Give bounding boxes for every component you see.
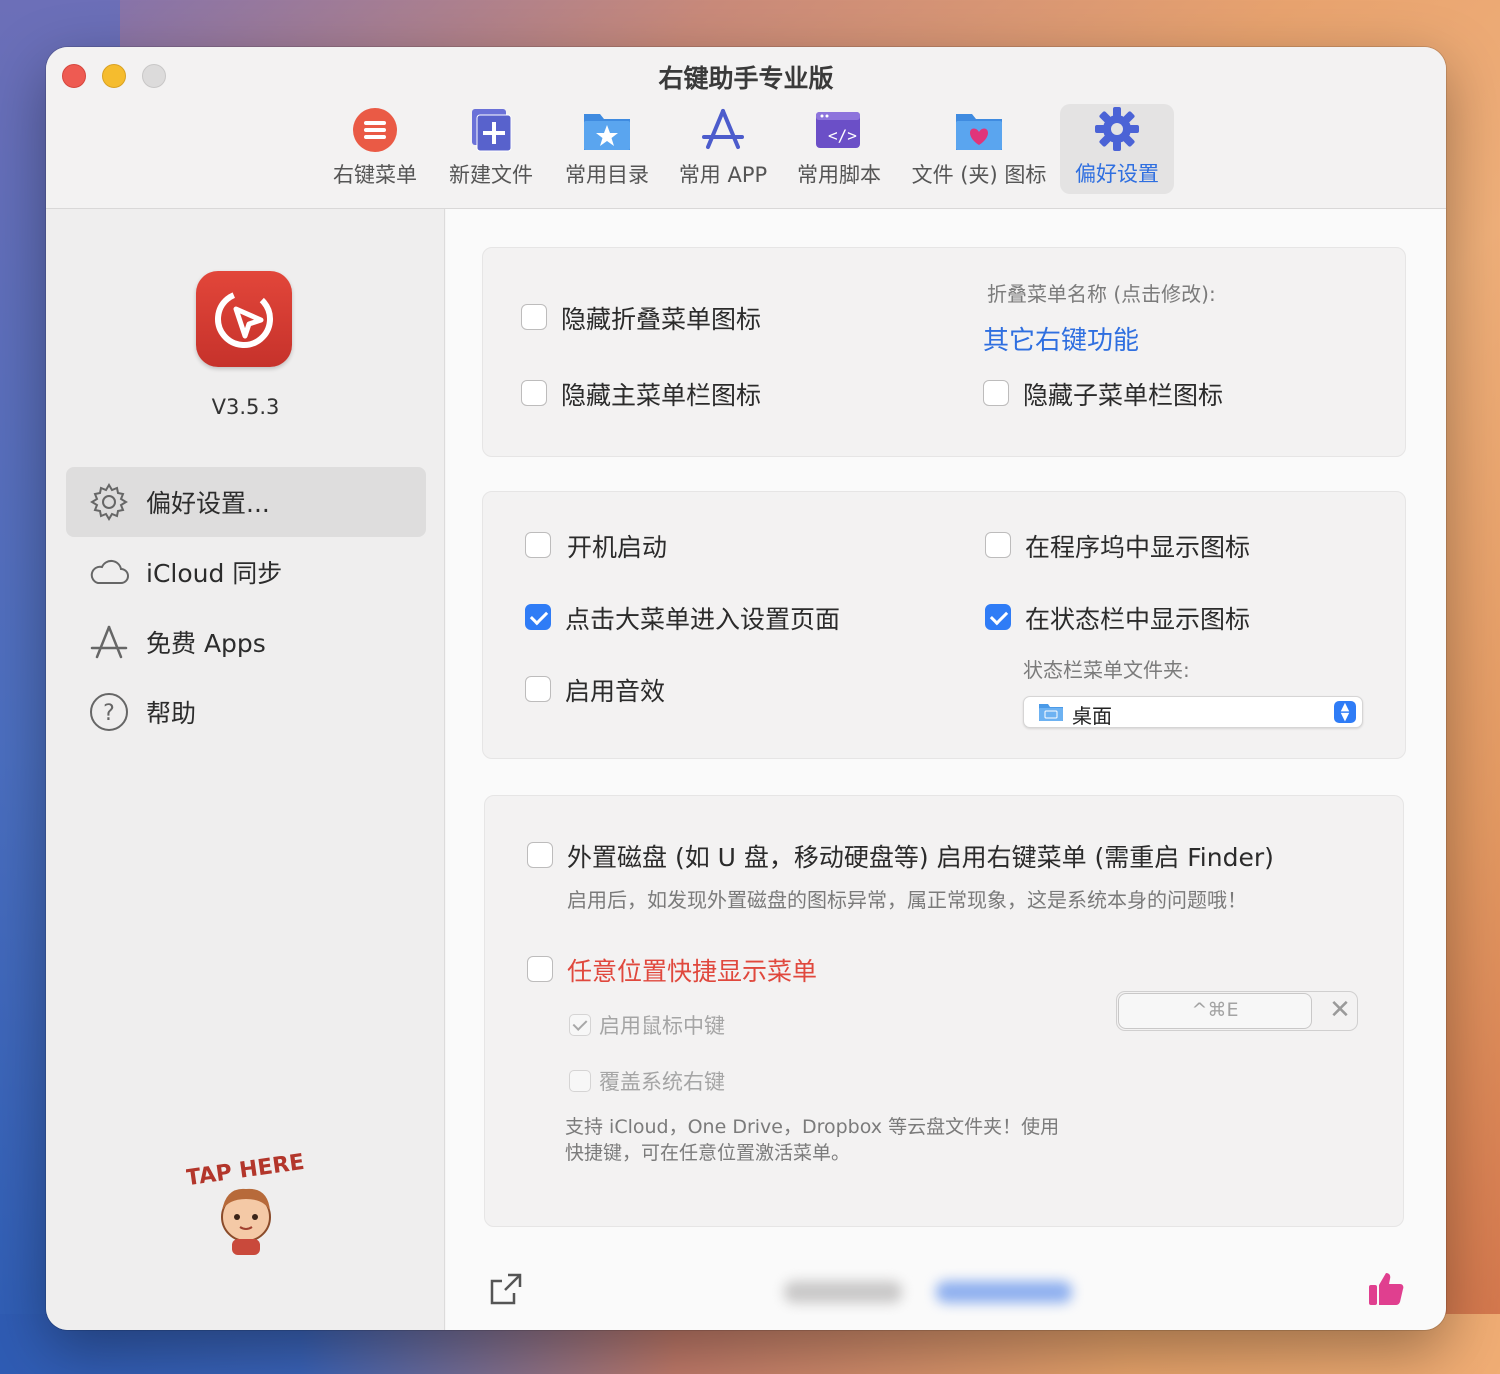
thumbs-up-icon[interactable] — [1366, 1269, 1406, 1309]
hide-fold-icon-label: 隐藏折叠菜单图标 — [561, 305, 762, 334]
show-in-statusbar-checkbox[interactable] — [985, 604, 1011, 630]
app-logo-icon — [196, 271, 292, 367]
anywhere-menu-checkbox[interactable] — [527, 956, 553, 982]
app-version: V3.5.3 — [211, 395, 280, 419]
sidebar-item-label: 帮助 — [146, 699, 197, 728]
enable-sound-label: 启用音效 — [565, 677, 666, 706]
sidebar-item-label: 偏好设置... — [146, 489, 270, 518]
toolbar-label: 常用脚本 — [797, 163, 881, 187]
toolbar-file-folder-icons[interactable]: 文件 (夹) 图标 — [906, 105, 1052, 193]
menu-list-icon — [320, 105, 430, 155]
blurred-footer-text — [784, 1281, 902, 1303]
sidebar-item-preferences[interactable]: 偏好设置... — [66, 467, 426, 537]
show-in-statusbar-label: 在状态栏中显示图标 — [1025, 605, 1251, 634]
folder-icon — [1038, 702, 1064, 722]
shortcut-field[interactable]: ^⌘E — [1118, 993, 1312, 1029]
toolbar-preferences[interactable]: 偏好设置 — [1060, 104, 1174, 194]
cloud-icon — [86, 549, 132, 595]
svg-text:TAP HERE: TAP HERE — [186, 1150, 306, 1191]
gear-icon — [86, 479, 132, 525]
sidebar-item-icloud-sync[interactable]: iCloud 同步 — [66, 537, 426, 607]
toolbar-common-apps[interactable]: 常用 APP — [668, 105, 778, 193]
hide-main-icon-checkbox[interactable] — [521, 380, 547, 406]
statusbar-folder-value: 桌面 — [1072, 704, 1112, 728]
anywhere-menu-label: 任意位置快捷显示菜单 — [567, 957, 818, 986]
toolbar-new-file[interactable]: 新建文件 — [436, 105, 546, 193]
sidebar-item-free-apps[interactable]: 免费 Apps — [66, 607, 426, 677]
external-disk-checkbox[interactable] — [527, 842, 553, 868]
window-title: 右键助手专业版 — [658, 64, 834, 93]
external-disk-note: 启用后，如发现外置磁盘的图标异常，属正常现象，这是系统本身的问题哦！ — [567, 888, 1247, 912]
tap-here-mascot[interactable]: TAP HERE — [184, 1149, 306, 1259]
toolbar-label: 右键菜单 — [333, 163, 417, 187]
sidebar-item-label: iCloud 同步 — [146, 559, 283, 588]
svg-text:?: ? — [103, 701, 115, 726]
toolbar-label: 文件 (夹) 图标 — [911, 163, 1047, 187]
show-in-dock-checkbox[interactable] — [985, 532, 1011, 558]
middle-click-checkbox[interactable] — [569, 1014, 591, 1036]
new-file-icon — [436, 105, 546, 155]
app-store-icon — [86, 619, 132, 665]
chevron-updown-icon: ▲ ▼ — [1334, 701, 1356, 723]
question-icon: ? — [86, 689, 132, 735]
app-window: 右键助手专业版 右键菜单 新建文件 常用目录 常用 APP </> 常用脚本 文… — [46, 47, 1446, 1330]
click-big-menu-checkbox[interactable] — [525, 604, 551, 630]
folder-star-icon — [552, 105, 662, 155]
enable-sound-checkbox[interactable] — [525, 676, 551, 702]
blurred-footer-link — [936, 1281, 1072, 1303]
preferences-content: 隐藏折叠菜单图标 隐藏主菜单栏图标 折叠菜单名称 (点击修改): 其它右键功能 … — [446, 209, 1446, 1330]
script-icon: </> — [784, 105, 894, 155]
toolbar-right-menu[interactable]: 右键菜单 — [320, 105, 430, 193]
toolbar-common-scripts[interactable]: </> 常用脚本 — [784, 105, 894, 193]
external-disk-label: 外置磁盘 (如 U 盘，移动硬盘等) 启用右键菜单 (需重启 Finder) — [567, 843, 1274, 872]
hide-fold-icon-checkbox[interactable] — [521, 304, 547, 330]
override-right-click-label: 覆盖系统右键 — [599, 1070, 725, 1094]
cloud-support-note-line1: 支持 iCloud，One Drive，Dropbox 等云盘文件夹！使用 — [565, 1116, 1060, 1138]
statusbar-folder-select[interactable]: 桌面 ▲ ▼ — [1023, 696, 1363, 728]
toolbar-label: 常用 APP — [678, 163, 768, 187]
override-right-click-checkbox[interactable] — [569, 1070, 591, 1092]
toolbar-label: 常用目录 — [565, 163, 649, 187]
clear-shortcut-icon[interactable]: ✕ — [1322, 993, 1358, 1029]
title-bar: 右键助手专业版 右键菜单 新建文件 常用目录 常用 APP </> 常用脚本 文… — [46, 47, 1446, 209]
statusbar-folder-label: 状态栏菜单文件夹: — [1023, 658, 1190, 682]
show-in-dock-label: 在程序坞中显示图标 — [1025, 533, 1251, 562]
folder-heart-icon — [906, 105, 1052, 155]
hide-sub-icon-label: 隐藏子菜单栏图标 — [1023, 381, 1224, 410]
fold-menu-name-label: 折叠菜单名称 (点击修改): — [987, 282, 1216, 306]
hide-sub-icon-checkbox[interactable] — [983, 380, 1009, 406]
gear-icon — [1060, 104, 1174, 154]
sidebar-item-help[interactable]: ? 帮助 — [66, 677, 426, 747]
icon-visibility-panel: 隐藏折叠菜单图标 隐藏主菜单栏图标 折叠菜单名称 (点击修改): 其它右键功能 … — [482, 247, 1406, 457]
sidebar: V3.5.3 偏好设置... iCloud 同步 免费 Apps ? 帮助 TA… — [46, 209, 445, 1330]
share-icon[interactable] — [488, 1271, 524, 1307]
toolbar-common-folders[interactable]: 常用目录 — [552, 105, 662, 193]
click-big-menu-label: 点击大菜单进入设置页面 — [565, 605, 841, 634]
toolbar-label: 偏好设置 — [1075, 162, 1159, 186]
sidebar-item-label: 免费 Apps — [146, 629, 266, 658]
svg-text:</>: </> — [828, 126, 857, 145]
launch-at-login-checkbox[interactable] — [525, 532, 551, 558]
app-store-icon — [668, 105, 778, 155]
fold-menu-name-link[interactable]: 其它右键功能 — [983, 320, 1139, 357]
cloud-support-note-line2: 快捷键，可在任意位置激活菜单。 — [565, 1142, 851, 1164]
hide-main-icon-label: 隐藏主菜单栏图标 — [561, 381, 762, 410]
middle-click-label: 启用鼠标中键 — [599, 1014, 725, 1038]
launch-at-login-label: 开机启动 — [567, 533, 668, 562]
toolbar-label: 新建文件 — [449, 163, 533, 187]
